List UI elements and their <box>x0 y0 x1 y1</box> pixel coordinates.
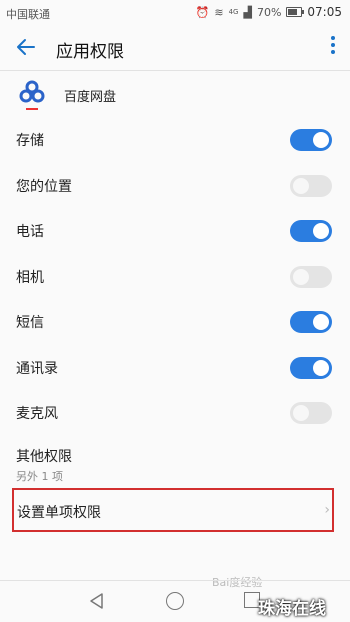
toggle-knob <box>313 223 329 239</box>
permission-label: 存储 <box>16 133 44 149</box>
battery-icon <box>286 7 305 17</box>
permission-label: 麦克风 <box>16 406 58 422</box>
site-watermark: 珠海在线 <box>258 599 326 619</box>
permission-row[interactable]: 电话 <box>0 208 350 253</box>
permission-toggle[interactable] <box>290 265 332 288</box>
status-icons: ⏰ ≋ 4G ▟ 70% 07:05 <box>196 5 342 19</box>
permission-toggle[interactable] <box>290 311 332 333</box>
set-single-permission-item[interactable]: 设置单项权限 › <box>12 488 334 532</box>
permission-label: 通讯录 <box>16 360 58 377</box>
nav-back-icon[interactable] <box>88 592 106 610</box>
permission-row[interactable]: 短信 <box>0 299 350 344</box>
alarm-icon: ⏰ <box>195 5 210 19</box>
network-label: 4G <box>228 7 239 16</box>
other-permissions-item[interactable]: 其他权限 另外 1 项 <box>0 436 350 483</box>
other-permissions-title: 其他权限 <box>16 449 72 465</box>
app-bar: 应用权限 <box>0 26 350 70</box>
permission-row[interactable]: 存储 <box>0 117 350 162</box>
carrier-name: 中国联通 <box>6 8 50 21</box>
wifi-icon: ≋ <box>214 5 224 19</box>
divider <box>0 70 350 71</box>
clock: 07:05 <box>307 5 342 19</box>
permission-label: 短信 <box>16 315 44 331</box>
nav-home-icon[interactable] <box>166 592 184 610</box>
permission-label: 相机 <box>16 269 44 286</box>
other-permissions-count: 另外 1 项 <box>16 470 63 483</box>
toggle-knob <box>313 132 329 148</box>
baidu-netdisk-logo-icon <box>18 78 46 110</box>
permission-toggle[interactable] <box>290 129 332 151</box>
toggle-knob <box>293 177 309 194</box>
set-single-permission-label: 设置单项权限 <box>17 505 101 521</box>
chevron-right-icon: › <box>324 502 330 518</box>
app-name: 百度网盘 <box>64 90 117 105</box>
permission-label: 电话 <box>16 224 44 240</box>
permission-toggle[interactable] <box>290 356 332 379</box>
permission-row[interactable]: 您的位置 <box>0 163 350 208</box>
permission-label: 您的位置 <box>16 178 72 195</box>
permission-row[interactable]: 相机 <box>0 254 350 299</box>
back-arrow-icon[interactable] <box>14 35 38 59</box>
page-title: 应用权限 <box>56 42 124 62</box>
battery-percent: 70% <box>256 5 282 19</box>
toggle-knob <box>313 314 329 330</box>
permission-row[interactable]: 通讯录 <box>0 345 350 390</box>
signal-icon: ▟ <box>243 5 252 19</box>
status-bar: 中国联通 ⏰ ≋ 4G ▟ 70% 07:05 <box>0 0 350 24</box>
permission-toggle[interactable] <box>290 220 332 242</box>
toggle-knob <box>313 359 329 376</box>
permission-toggle[interactable] <box>290 174 332 197</box>
more-options-icon[interactable] <box>330 36 336 58</box>
permission-row[interactable]: 麦克风 <box>0 390 350 435</box>
toggle-knob <box>293 405 309 421</box>
permission-toggle[interactable] <box>290 402 332 424</box>
toggle-knob <box>293 268 309 285</box>
app-header: 百度网盘 <box>0 72 350 116</box>
